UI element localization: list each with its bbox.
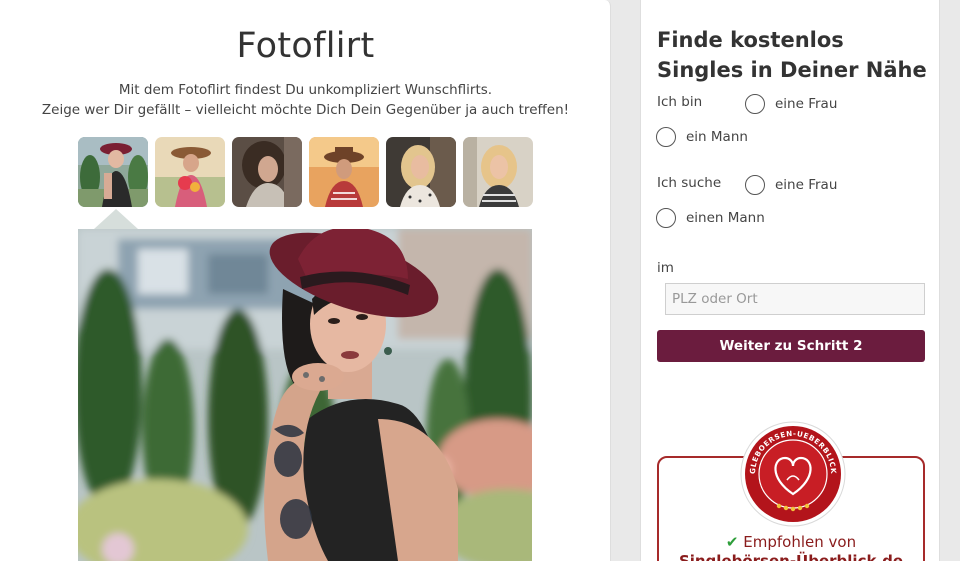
radio-bin-mann-label: ein Mann <box>686 129 748 145</box>
intro-text: Mit dem Fotoflirt findest Du unkomplizie… <box>0 80 611 120</box>
im-label: im <box>657 260 674 276</box>
radio-suche-mann[interactable]: einen Mann <box>656 208 765 228</box>
main-profile-photo[interactable] <box>78 229 532 561</box>
intro-line-1: Mit dem Fotoflirt findest Du unkomplizie… <box>118 82 493 98</box>
recommendation-seal: SINGLEBOERSEN-UEBERBLICK.DE <box>739 420 846 527</box>
location-input[interactable] <box>665 283 925 315</box>
page-title: Fotoflirt <box>236 26 375 66</box>
radio-circle[interactable] <box>656 127 676 147</box>
radio-suche-frau[interactable]: eine Frau <box>745 175 837 195</box>
ich-suche-label: Ich suche <box>657 175 722 191</box>
registration-panel: Finde kostenlos Singles in Deiner Nähe I… <box>640 0 940 561</box>
radio-circle[interactable] <box>745 175 765 195</box>
thumbnail-strip <box>78 137 538 207</box>
radio-circle[interactable] <box>745 94 765 114</box>
recommended-by-text: ✔ Empfohlen von <box>657 533 925 551</box>
radio-bin-frau-label: eine Frau <box>775 96 838 112</box>
radio-bin-mann[interactable]: ein Mann <box>656 127 748 147</box>
fotoflirt-panel: Fotoflirt Mit dem Fotoflirt findest Du u… <box>0 0 611 561</box>
radio-circle[interactable] <box>656 208 676 228</box>
thumbnail-photo-6[interactable] <box>463 137 533 207</box>
intro-line-2: Zeige wer Dir gefällt – vielleicht möcht… <box>41 102 570 118</box>
radio-bin-frau[interactable]: eine Frau <box>745 94 837 114</box>
radio-suche-mann-label: einen Mann <box>686 210 765 226</box>
checkmark-icon: ✔ <box>725 533 739 551</box>
form-heading: Finde kostenlos Singles in Deiner Nähe <box>657 28 927 82</box>
radio-suche-frau-label: eine Frau <box>775 177 838 193</box>
thumbnail-photo-3[interactable] <box>232 137 302 207</box>
ich-bin-label: Ich bin <box>657 94 703 110</box>
recommender-site-link[interactable]: Singlebörsen-Überblick.de <box>657 552 925 561</box>
thumbnail-photo-5[interactable] <box>386 137 456 207</box>
thumbnail-photo-2[interactable] <box>155 137 225 207</box>
recommended-by-label: Empfohlen von <box>743 533 857 551</box>
thumbnail-photo-1[interactable] <box>78 137 148 207</box>
thumbnail-photo-4[interactable] <box>309 137 379 207</box>
selected-thumbnail-pointer <box>94 209 138 229</box>
next-step-button[interactable]: Weiter zu Schritt 2 <box>657 330 925 362</box>
